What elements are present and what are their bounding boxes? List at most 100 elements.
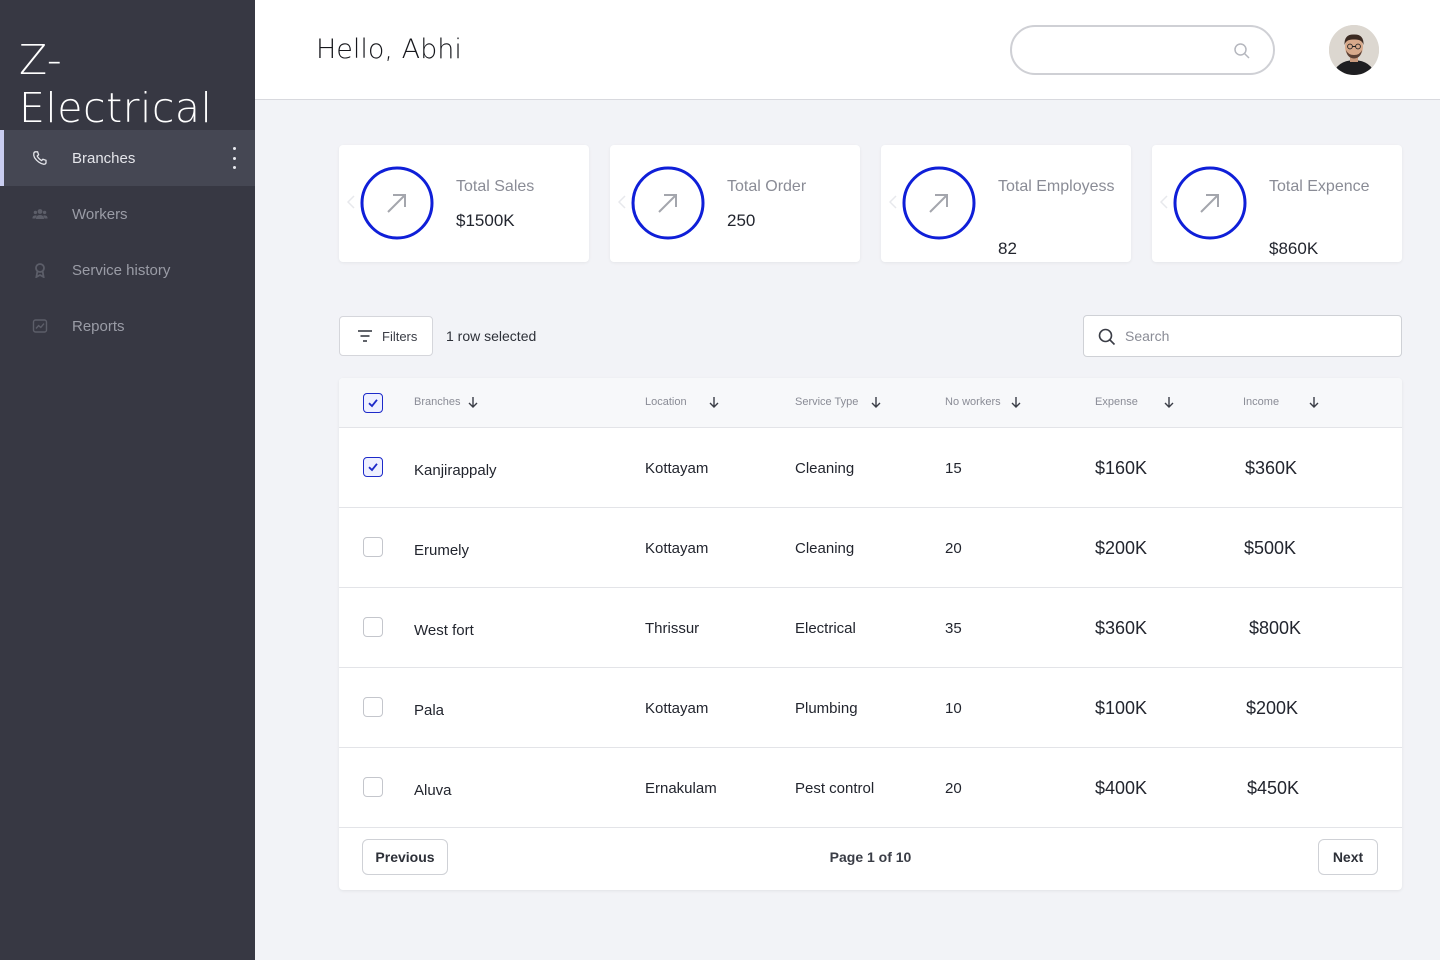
column-header-location[interactable]: Location xyxy=(645,396,719,408)
search-icon[interactable] xyxy=(1233,42,1251,60)
stat-card-total-expense[interactable]: Total Expence $860K xyxy=(1152,145,1402,262)
page-title: Hello, Abhi xyxy=(316,34,462,65)
table-row[interactable]: Erumely Kottayam Cleaning 20 $200K $500K xyxy=(339,508,1402,588)
table-row[interactable]: Kanjirappaly Kottayam Cleaning 15 $160K … xyxy=(339,428,1402,508)
cell-service-type: Pest control xyxy=(795,780,875,797)
check-icon xyxy=(368,463,378,472)
cell-expense: $100K xyxy=(1095,698,1148,718)
sort-arrow-icon xyxy=(1011,397,1021,408)
top-header: Hello, Abhi xyxy=(255,0,1440,100)
stat-label: Total Order xyxy=(727,178,807,195)
cell-expense: $360K xyxy=(1095,618,1148,638)
filters-button[interactable]: Filters xyxy=(339,316,433,356)
column-header-income[interactable]: Income xyxy=(1243,396,1319,408)
cell-workers: 15 xyxy=(945,460,962,477)
cell-service-type: Plumbing xyxy=(795,700,858,717)
cell-workers: 20 xyxy=(945,780,962,797)
sidebar-item-label: Branches xyxy=(72,149,136,167)
search-icon xyxy=(1098,328,1116,346)
cell-workers: 35 xyxy=(945,620,962,637)
selection-count: 1 row selected xyxy=(446,328,537,344)
chevron-left-icon[interactable] xyxy=(1160,195,1168,209)
table-header: Branches Location Service Type No worker… xyxy=(339,378,1402,428)
chevron-left-icon[interactable] xyxy=(618,195,626,209)
sort-arrow-icon xyxy=(468,397,478,408)
stat-card-total-employees[interactable]: Total Employess 82 xyxy=(881,145,1131,262)
table-search xyxy=(1083,315,1402,357)
award-icon xyxy=(35,263,45,278)
column-label: Service Type xyxy=(795,396,859,408)
header-search-input[interactable] xyxy=(1032,27,1232,73)
sidebar-item-branches[interactable]: Branches xyxy=(0,130,255,186)
cell-expense: $160K xyxy=(1095,458,1148,478)
cell-income: $360K xyxy=(1245,458,1298,478)
cell-income: $200K xyxy=(1246,698,1299,718)
cell-branch: Erumely xyxy=(414,542,470,559)
sort-arrow-icon xyxy=(1309,397,1319,408)
stat-card-total-sales[interactable]: Total Sales $1500K xyxy=(339,145,589,262)
row-checkbox[interactable] xyxy=(363,457,383,477)
table-search-input[interactable] xyxy=(1125,316,1385,356)
user-photo xyxy=(1329,25,1379,75)
sidebar-item-label: Service history xyxy=(72,261,171,279)
table-row[interactable]: West fort Thrissur Electrical 35 $360K $… xyxy=(339,588,1402,668)
filter-icon xyxy=(358,330,372,342)
chevron-left-icon[interactable] xyxy=(889,195,897,209)
trend-up-icon xyxy=(360,166,434,240)
sidebar-item-service-history[interactable]: Service history xyxy=(0,242,255,298)
page-indicator: Page 1 of 10 xyxy=(829,849,912,865)
column-label: Expense xyxy=(1095,396,1138,408)
cell-workers: 10 xyxy=(945,700,962,717)
cell-income: $500K xyxy=(1244,538,1297,558)
column-label: Location xyxy=(645,396,687,408)
column-header-no-workers[interactable]: No workers xyxy=(945,396,1021,408)
row-checkbox[interactable] xyxy=(363,777,383,797)
sort-arrow-icon xyxy=(871,397,881,408)
stat-card-total-order[interactable]: Total Order 250 xyxy=(610,145,860,262)
row-checkbox[interactable] xyxy=(363,617,383,637)
header-search xyxy=(1010,25,1275,75)
cell-expense: $200K xyxy=(1095,538,1148,558)
table-row[interactable]: Aluva Ernakulam Pest control 20 $400K $4… xyxy=(339,748,1402,828)
select-all-checkbox[interactable] xyxy=(363,393,383,413)
cell-income: $800K xyxy=(1249,618,1302,638)
cell-location: Kottayam xyxy=(645,460,709,477)
sidebar-item-label: Workers xyxy=(72,205,128,223)
column-header-branches[interactable]: Branches xyxy=(414,396,478,408)
app-logo: Z-Electrical xyxy=(19,36,213,132)
sidebar-item-label: Reports xyxy=(72,317,125,335)
stat-value: 82 xyxy=(998,239,1017,258)
avatar[interactable] xyxy=(1329,25,1379,75)
column-header-expense[interactable]: Expense xyxy=(1095,396,1174,408)
more-options-icon[interactable] xyxy=(233,147,237,169)
stat-label: Total Sales xyxy=(456,178,535,195)
stat-label: Total Employess xyxy=(998,178,1115,195)
branches-table: Branches Location Service Type No worker… xyxy=(339,378,1402,890)
sidebar-item-reports[interactable]: Reports xyxy=(0,298,255,354)
stat-value: $860K xyxy=(1269,239,1319,258)
stat-value: $1500K xyxy=(456,211,515,230)
filters-label: Filters xyxy=(382,328,418,344)
cell-workers: 20 xyxy=(945,540,962,557)
cell-branch: Kanjirappaly xyxy=(414,462,497,479)
cell-branch: Aluva xyxy=(414,782,452,799)
phone-icon xyxy=(33,151,47,165)
cell-service-type: Cleaning xyxy=(795,460,855,477)
table-row[interactable]: Pala Kottayam Plumbing 10 $100K $200K xyxy=(339,668,1402,748)
trend-up-icon xyxy=(902,166,976,240)
next-button[interactable]: Next xyxy=(1318,839,1378,875)
pagination: Previous Page 1 of 10 Next xyxy=(339,828,1402,890)
users-icon xyxy=(32,209,48,219)
row-checkbox[interactable] xyxy=(363,697,383,717)
chevron-left-icon[interactable] xyxy=(347,195,355,209)
check-icon xyxy=(368,399,378,408)
cell-service-type: Electrical xyxy=(795,620,856,637)
cell-location: Thrissur xyxy=(645,620,700,637)
sort-arrow-icon xyxy=(1164,397,1174,408)
cell-income: $450K xyxy=(1247,778,1300,798)
cell-branch: Pala xyxy=(414,702,445,719)
row-checkbox[interactable] xyxy=(363,537,383,557)
stat-value: 250 xyxy=(727,211,756,230)
sidebar-item-workers[interactable]: Workers xyxy=(0,186,255,242)
column-header-service-type[interactable]: Service Type xyxy=(795,396,881,408)
